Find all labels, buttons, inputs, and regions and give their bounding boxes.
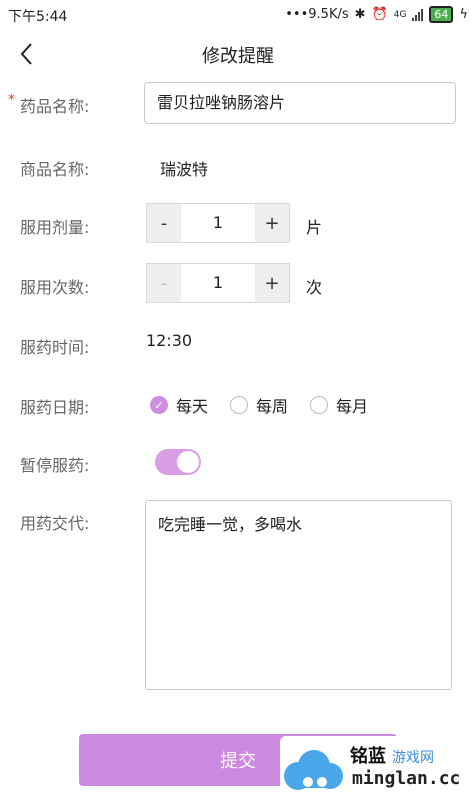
date-radio-group: ✓ 每天 每周 每月 (150, 393, 368, 417)
dose-minus-button[interactable]: - (147, 204, 181, 242)
time-row: 服药时间: 12:30 (0, 330, 476, 360)
times-stepper: - 1 + (146, 263, 290, 303)
dose-row: 服用剂量: - 1 + 片 (0, 203, 476, 245)
radio-circle-icon (310, 396, 329, 414)
signal-icon (412, 8, 424, 21)
times-row: 服用次数: - 1 + 次 (0, 263, 476, 305)
time-label: 服药时间: (20, 338, 90, 357)
time-value[interactable]: 12:30 (146, 331, 192, 350)
network-type: 4G (393, 9, 407, 20)
drug-name-label: 药品名称: (20, 97, 90, 116)
status-time: 下午5:44 (8, 9, 68, 25)
dose-label: 服用剂量: (20, 218, 90, 237)
watermark-subtitle: 游戏网 (392, 750, 434, 766)
note-label: 用药交代: (20, 514, 90, 533)
charging-icon: ϟ (459, 7, 468, 22)
note-textarea[interactable]: 吃完睡一觉，多喝水 (145, 500, 452, 690)
radio-daily[interactable]: ✓ 每天 (150, 393, 208, 417)
battery-icon: 64 (429, 6, 454, 23)
date-row: 服药日期: ✓ 每天 每周 每月 (0, 390, 476, 420)
brand-name-value: 瑞波特 (160, 160, 209, 179)
times-minus-button[interactable]: - (147, 264, 181, 302)
required-mark: * (8, 92, 15, 108)
status-bar: 下午5:44 •••9.5K/s ✱ ⏰ 4G 64 ϟ (0, 0, 476, 30)
cloud-logo-icon (284, 750, 343, 790)
pause-toggle[interactable] (155, 449, 201, 475)
radio-weekly[interactable]: 每周 (230, 393, 288, 417)
dose-value[interactable]: 1 (181, 204, 255, 242)
radio-monthly-label: 每月 (336, 397, 369, 416)
note-row: 用药交代: 吃完睡一觉，多喝水 (0, 500, 476, 692)
times-value[interactable]: 1 (181, 264, 255, 302)
times-unit: 次 (306, 278, 323, 297)
times-plus-button[interactable]: + (255, 264, 289, 302)
dose-unit: 片 (306, 218, 323, 237)
nav-bar: 修改提醒 (0, 30, 476, 78)
check-icon: ✓ (150, 396, 168, 414)
drug-name-input[interactable]: 雷贝拉唑钠肠溶片 (144, 82, 456, 124)
watermark-url: minglan.cc (352, 768, 461, 789)
watermark-brand: 铭蓝 (350, 746, 386, 767)
times-label: 服用次数: (20, 278, 90, 297)
radio-monthly[interactable]: 每月 (310, 393, 368, 417)
radio-circle-icon (230, 396, 249, 414)
page-title: 修改提醒 (202, 46, 274, 67)
radio-weekly-label: 每周 (256, 397, 289, 416)
bluetooth-icon: ✱ (354, 7, 366, 22)
watermark: 铭蓝 游戏网 minglan.cc (280, 736, 476, 796)
drug-name-row: * 药品名称: 雷贝拉唑钠肠溶片 (0, 82, 476, 126)
dose-stepper: - 1 + (146, 203, 290, 243)
pause-label: 暂停服药: (20, 456, 90, 475)
network-speed: •••9.5K/s (285, 7, 349, 22)
toggle-knob (177, 451, 199, 473)
watermark-title: 铭蓝 游戏网 (350, 742, 434, 768)
brand-name-label: 商品名称: (20, 160, 90, 179)
dose-plus-button[interactable]: + (255, 204, 289, 242)
status-icons: •••9.5K/s ✱ ⏰ 4G 64 ϟ (285, 6, 468, 23)
date-label: 服药日期: (20, 398, 90, 417)
alarm-icon: ⏰ (371, 7, 388, 22)
radio-daily-label: 每天 (176, 397, 209, 416)
brand-name-row: 商品名称: 瑞波特 (0, 152, 476, 182)
pause-row: 暂停服药: (0, 448, 476, 478)
